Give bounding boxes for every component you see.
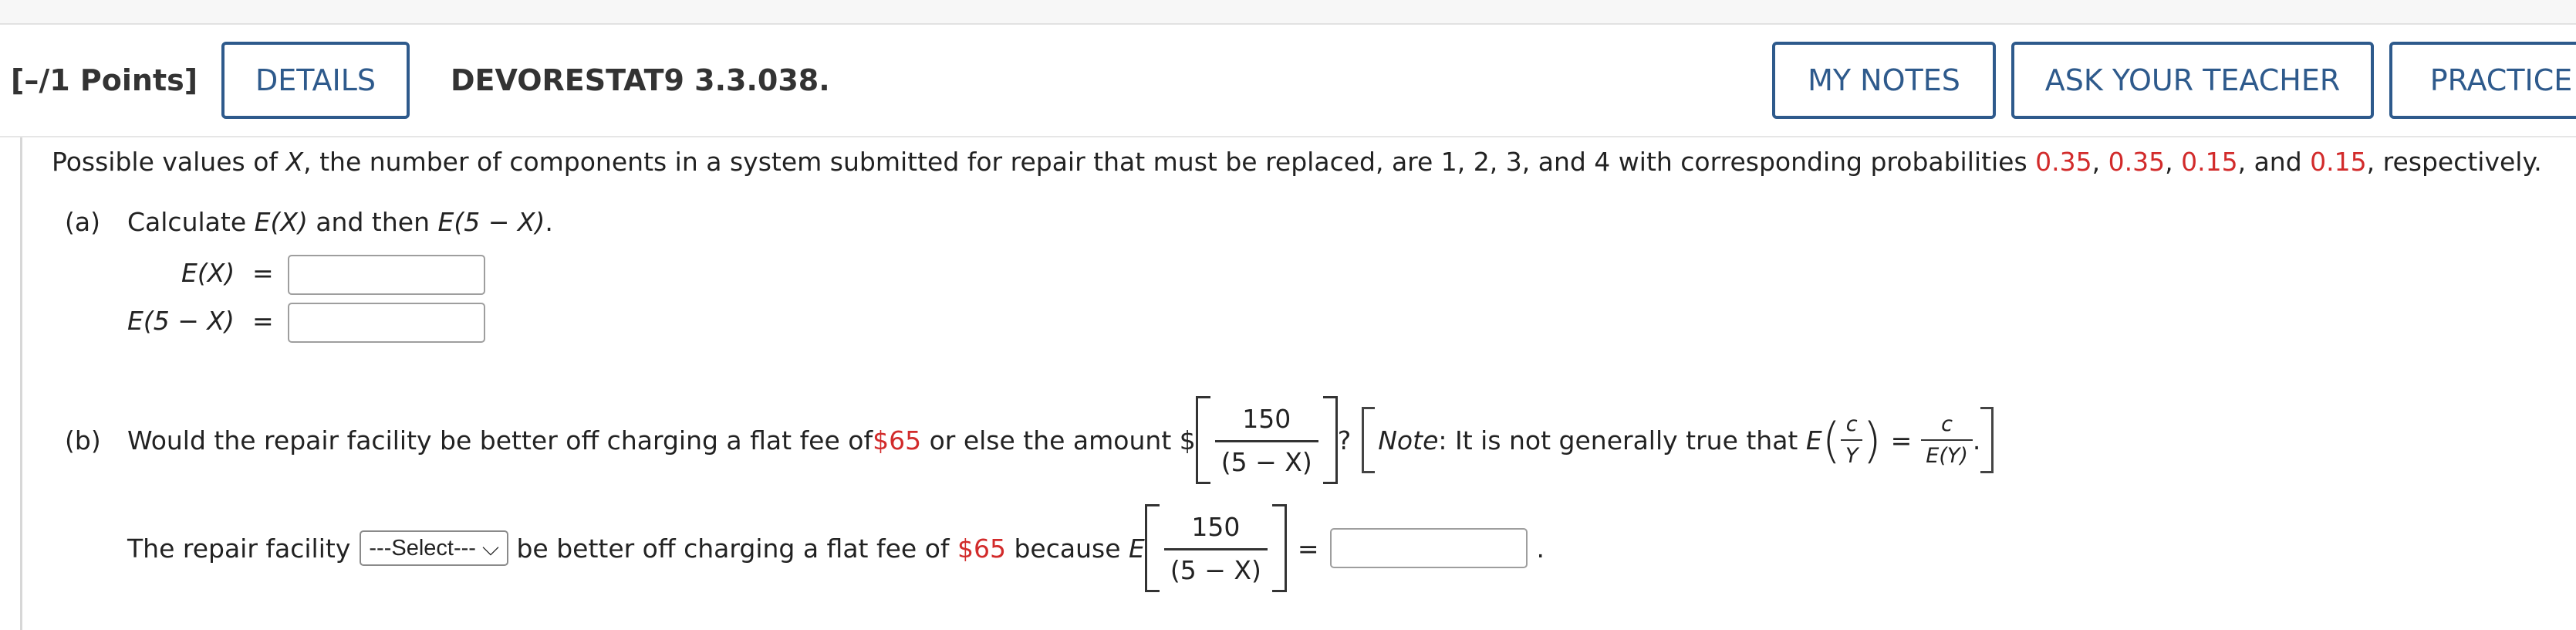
problem-id: DEVORESTAT9 3.3.038.: [451, 63, 830, 97]
fraction-150-over: 150 (5 − X): [1214, 404, 1318, 477]
fraction-150-over: 150 (5 − X): [1163, 512, 1268, 585]
expr-e5x: E(5 − X): [437, 207, 545, 237]
fraction-c-over-y: cY: [1840, 412, 1863, 468]
prob-1: 0.35: [2035, 147, 2092, 177]
separator: ,: [2092, 147, 2108, 177]
e5x-label-text: E(5 − X): [127, 306, 235, 336]
e5x-equals: =: [252, 306, 274, 336]
fraction-numerator: c: [1840, 412, 1863, 441]
part-a-prompt: Calculate E(X) and then E(5 − X).: [127, 207, 553, 237]
note-label: Note: [1378, 425, 1439, 456]
part-b-answer-row: The repair facility ---Select--- ⌵ be be…: [127, 500, 1545, 596]
my-notes-button[interactable]: MY NOTES: [1772, 42, 1996, 119]
question-intro: Possible values of X, the number of comp…: [52, 147, 2542, 177]
prob-2: 0.35: [2108, 147, 2166, 177]
expr-ex: E(X): [254, 207, 308, 237]
answer-text: The repair facility: [127, 533, 351, 564]
top-strip: [0, 0, 2576, 25]
bracket-left: [1195, 396, 1210, 484]
paren-left: (: [1821, 412, 1841, 469]
fraction-denominator: (5 − X): [1170, 554, 1261, 585]
details-button[interactable]: DETAILS: [221, 42, 410, 119]
prompt-text: Would the repair facility be better off …: [127, 425, 873, 456]
part-a-label: (a): [65, 207, 100, 237]
note-bracket-right: [1980, 407, 1994, 473]
prompt-text: .: [545, 207, 553, 237]
ask-teacher-button[interactable]: ASK YOUR TEACHER: [2011, 42, 2374, 119]
paren-right: ): [1862, 412, 1882, 469]
question-header: [–/1 Points] DETAILS DEVORESTAT9 3.3.038…: [0, 25, 2576, 137]
practice-button[interactable]: PRACTICE: [2389, 42, 2576, 119]
bracket-right: [1322, 396, 1338, 484]
note-bracket-left: [1362, 407, 1376, 473]
intro-text: , the number of components in a system s…: [303, 147, 2036, 177]
note-text: : It is not generally true that: [1438, 425, 1806, 456]
ex-label-text: E(X): [181, 258, 235, 288]
equals-sign: =: [1297, 533, 1319, 564]
intro-text: Possible values of: [52, 147, 286, 177]
question-body: Possible values of X, the number of comp…: [20, 137, 2576, 630]
expectation-answer-input[interactable]: [1329, 528, 1528, 568]
var-x: X: [285, 147, 304, 177]
prompt-text: or else the amount $: [921, 425, 1196, 456]
bracket-right: [1271, 504, 1287, 592]
prob-4: 0.15: [2310, 147, 2367, 177]
fraction-numerator: 150: [1214, 404, 1318, 442]
fraction-numerator: 150: [1163, 512, 1268, 550]
facility-select[interactable]: ---Select--- ⌵: [360, 530, 508, 566]
separator: , and: [2237, 147, 2311, 177]
period: .: [1972, 425, 1981, 456]
equals-sign: =: [1890, 425, 1913, 456]
prompt-text: and then: [307, 207, 438, 237]
intro-text: , respectively.: [2366, 147, 2542, 177]
answer-text: be better off charging a flat fee of: [508, 533, 957, 564]
fraction-c-over-ey: c E(Y): [1921, 412, 1973, 468]
prob-3: 0.15: [2181, 147, 2238, 177]
expectation-e: E: [1129, 533, 1145, 564]
part-b-prompt: Would the repair facility be better off …: [127, 392, 1994, 488]
points-label: [–/1 Points]: [11, 63, 198, 97]
answer-text: because: [1006, 533, 1129, 564]
fraction-numerator: c: [1921, 412, 1973, 441]
ex-answer-input[interactable]: [288, 255, 485, 295]
e5x-label: E(5 − X): [127, 306, 235, 336]
question-mark: ?: [1337, 425, 1352, 456]
fraction-denominator: E(Y): [1926, 444, 1968, 468]
expectation-e: E: [1805, 425, 1822, 456]
separator: ,: [2165, 147, 2182, 177]
bracket-left: [1144, 504, 1160, 592]
ex-label: E(X): [181, 258, 235, 288]
part-b-label: (b): [65, 425, 101, 456]
flat-fee: $65: [873, 425, 922, 456]
e5x-answer-input[interactable]: [288, 303, 485, 343]
prompt-text: Calculate: [127, 207, 255, 237]
ex-equals: =: [252, 258, 274, 288]
fraction-denominator: Y: [1845, 444, 1859, 468]
period: .: [1536, 533, 1545, 564]
answer-fee: $65: [957, 533, 1006, 564]
fraction-denominator: (5 − X): [1220, 446, 1312, 477]
